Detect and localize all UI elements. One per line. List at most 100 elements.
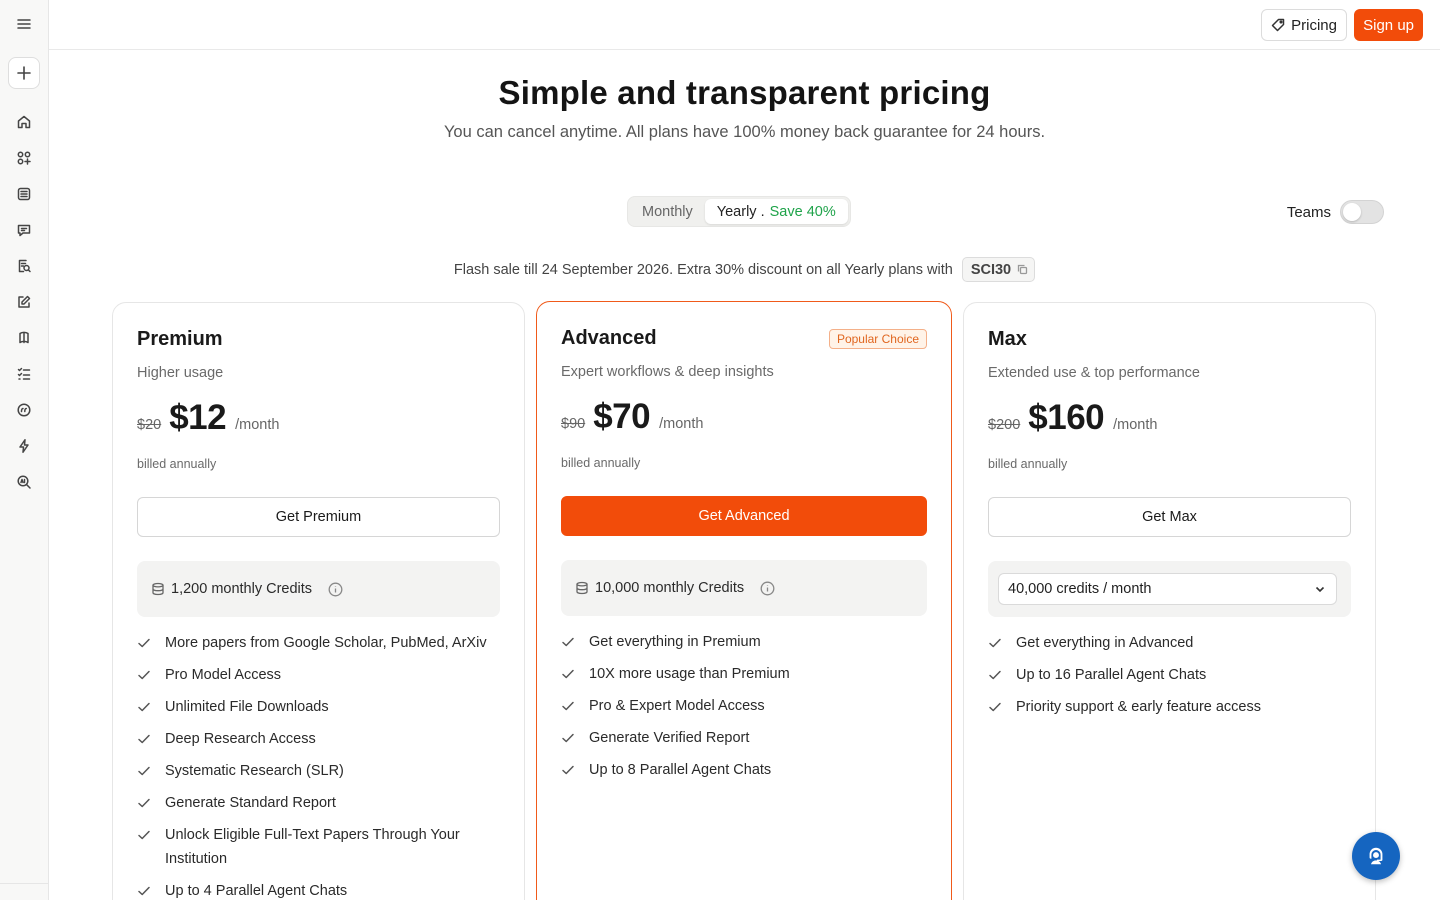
pricing-label: Pricing <box>1291 16 1337 34</box>
feature-text: Systematic Research (SLR) <box>165 763 344 779</box>
check-icon <box>562 701 574 711</box>
signup-button[interactable]: Sign up <box>1354 9 1423 41</box>
top-bar: Pricing Sign up <box>49 0 1440 50</box>
promo-code[interactable]: SCI30 <box>961 257 1036 282</box>
library-icon[interactable] <box>12 182 36 206</box>
yearly-label: Yearly . <box>716 203 765 220</box>
get-max-button[interactable]: Get Max <box>988 497 1351 537</box>
database-icon <box>576 581 588 595</box>
ai-detector-icon[interactable] <box>12 470 36 494</box>
feature-text: Generate Standard Report <box>165 795 336 811</box>
page-title: Simple and transparent pricing <box>498 74 991 111</box>
credits-box: 1,200 monthly Credits <box>137 561 500 617</box>
feature-text: Pro & Expert Model Access <box>589 698 765 714</box>
feature-text: Generate Verified Report <box>589 730 750 746</box>
popular-badge: Popular Choice <box>828 329 927 349</box>
citation-icon[interactable] <box>12 398 36 422</box>
billed-note: billed annually <box>988 457 1068 471</box>
new-chat-button[interactable] <box>8 57 40 89</box>
get-advanced-button[interactable]: Get Advanced <box>561 496 927 536</box>
pricing-button[interactable]: Pricing <box>1261 9 1347 41</box>
price-row: $20 $12 /month <box>137 398 279 438</box>
chat-icon[interactable] <box>12 218 36 242</box>
info-icon[interactable] <box>760 581 775 596</box>
write-icon[interactable] <box>12 290 36 314</box>
feature-text: Deep Research Access <box>165 731 316 747</box>
plan-description: Extended use & top performance <box>988 365 1200 381</box>
copy-icon <box>1017 264 1028 275</box>
plus-icon <box>17 66 31 80</box>
billed-note: billed annually <box>561 456 641 470</box>
feature-text: More papers from Google Scholar, PubMed,… <box>165 635 487 651</box>
feature-list: More papers from Google Scholar, PubMed,… <box>137 631 502 900</box>
plan-name: Max <box>988 328 1027 350</box>
teams-switch[interactable] <box>1340 200 1384 224</box>
feature-text: Get everything in Advanced <box>1016 635 1194 651</box>
credits-box: 10,000 monthly Credits <box>561 560 927 616</box>
feature-list: Get everything in Premium 10X more usage… <box>561 630 926 790</box>
check-icon <box>138 830 150 840</box>
flash-sale-banner: Flash sale till 24 September 2026. Extra… <box>49 257 1440 282</box>
check-icon <box>138 766 150 776</box>
price: $70 <box>593 397 651 436</box>
yearly-save-label: Save 40% <box>769 203 836 220</box>
check-icon <box>989 702 1001 712</box>
feature-item: Pro & Expert Model Access <box>561 694 926 718</box>
feature-text: Up to 4 Parallel Agent Chats <box>165 883 348 899</box>
price-period: /month <box>659 416 704 432</box>
feature-text: 10X more usage than Premium <box>589 666 790 682</box>
notebook-icon[interactable] <box>12 326 36 350</box>
bolt-icon[interactable] <box>12 434 36 458</box>
get-premium-button[interactable]: Get Premium <box>137 497 500 537</box>
feature-item: 10X more usage than Premium <box>561 662 926 686</box>
feature-text: Pro Model Access <box>165 667 282 683</box>
page-subtitle: You can cancel anytime. All plans have 1… <box>443 123 1046 141</box>
plan-name: Advanced <box>561 327 657 349</box>
feature-text: Unlimited File Downloads <box>165 699 329 715</box>
feature-item: Get everything in Advanced <box>988 631 1353 655</box>
check-icon <box>138 670 150 680</box>
sidebar-divider <box>0 883 48 884</box>
feature-text: Up to 16 Parallel Agent Chats <box>1016 667 1207 683</box>
sidebar <box>0 0 49 900</box>
feature-item: Generate Standard Report <box>137 791 502 815</box>
feature-text: Get everything in Premium <box>589 634 761 650</box>
yearly-option[interactable]: Yearly . Save 40% <box>704 199 848 224</box>
plan-description: Expert workflows & deep insights <box>561 364 774 380</box>
apps-icon[interactable] <box>12 146 36 170</box>
search-doc-icon[interactable] <box>12 254 36 278</box>
credits-select[interactable]: 40,000 credits / month <box>998 573 1337 605</box>
check-icon <box>138 734 150 744</box>
check-icon <box>562 669 574 679</box>
home-icon[interactable] <box>12 110 36 134</box>
check-icon <box>138 702 150 712</box>
price-row: $90 $70 /month <box>561 397 703 437</box>
check-icon <box>562 637 574 647</box>
monthly-option[interactable]: Monthly <box>630 199 705 224</box>
check-icon <box>138 886 150 896</box>
feature-item: Deep Research Access <box>137 727 502 751</box>
feature-text: Unlock Eligible Full-Text Papers Through… <box>165 827 460 867</box>
feature-item: Up to 4 Parallel Agent Chats <box>137 879 502 900</box>
check-icon <box>562 765 574 775</box>
teams-switch-knob <box>1343 203 1361 221</box>
info-icon[interactable] <box>328 582 343 597</box>
list-icon[interactable] <box>12 362 36 386</box>
check-icon <box>138 638 150 648</box>
feature-item: Up to 8 Parallel Agent Chats <box>561 758 926 782</box>
feature-text: Priority support & early feature access <box>1016 699 1261 715</box>
old-price: $20 <box>137 417 162 433</box>
feature-item: Get everything in Premium <box>561 630 926 654</box>
flash-sale-text: Flash sale till 24 September 2026. Extra… <box>453 261 953 278</box>
price: $12 <box>169 398 227 437</box>
feature-item: Unlimited File Downloads <box>137 695 502 719</box>
credits-box: 40,000 credits / month <box>988 561 1351 617</box>
feature-text: Up to 8 Parallel Agent Chats <box>589 762 772 778</box>
support-agent-icon <box>1369 847 1383 865</box>
feature-item: Pro Model Access <box>137 663 502 687</box>
support-chat-button[interactable] <box>1352 832 1400 880</box>
menu-icon[interactable] <box>12 12 36 36</box>
plan-card-max: Max Extended use & top performance $200 … <box>963 302 1376 900</box>
database-icon <box>152 582 164 596</box>
credits-text: 1,200 monthly Credits <box>171 581 313 597</box>
